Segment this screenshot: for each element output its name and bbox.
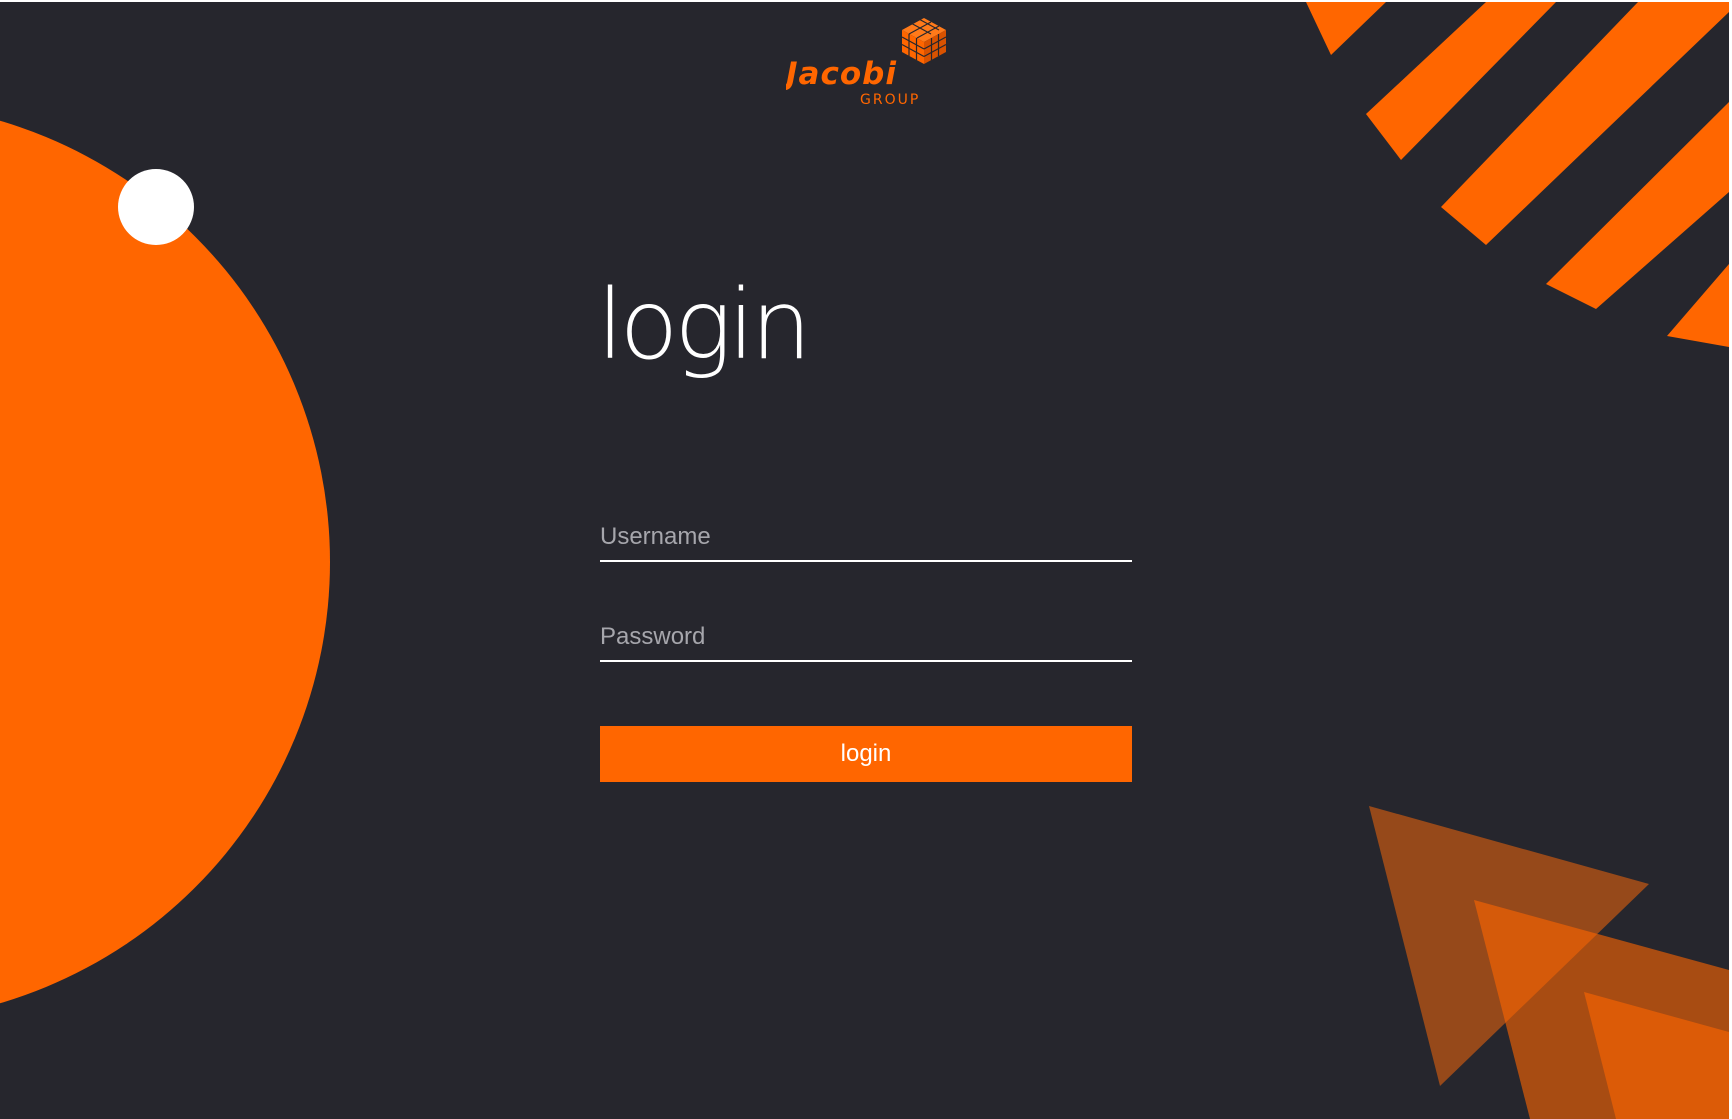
cube-logo-icon bbox=[901, 17, 947, 64]
login-button[interactable]: login bbox=[600, 726, 1132, 782]
login-page: Jacobi GROUP login login bbox=[0, 0, 1732, 1119]
jacobi-group-logo: Jacobi GROUP bbox=[786, 17, 947, 108]
white-dot-decoration bbox=[118, 169, 194, 245]
login-screen: Jacobi GROUP login login bbox=[0, 2, 1729, 1119]
username-field[interactable] bbox=[600, 506, 1132, 562]
triangles-decoration bbox=[1369, 806, 1729, 1119]
password-field[interactable] bbox=[600, 606, 1132, 662]
stripes-decoration bbox=[1306, 2, 1729, 347]
brand-sub: GROUP bbox=[860, 92, 920, 108]
brand-name: Jacobi bbox=[786, 56, 897, 92]
page-title: login bbox=[597, 269, 812, 381]
